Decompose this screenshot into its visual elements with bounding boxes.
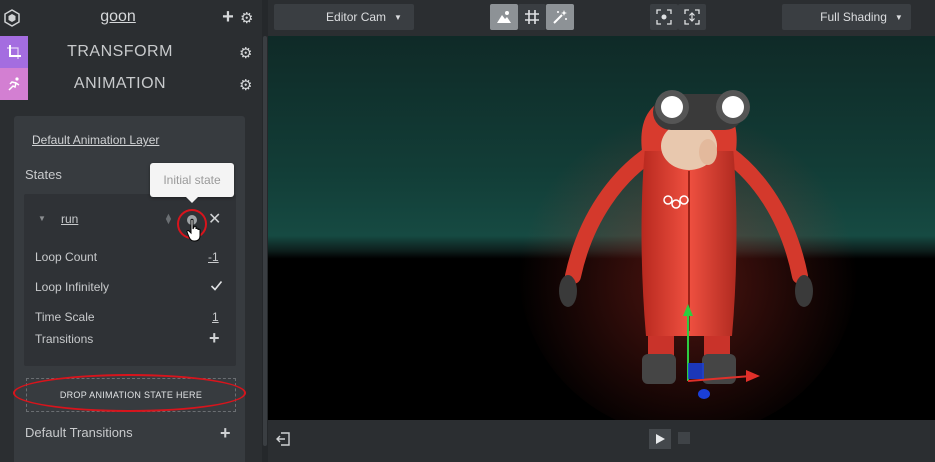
transform-component-header[interactable]: TRANSFORM ⚙	[0, 36, 262, 68]
states-label: States	[25, 167, 62, 182]
transform-icon	[0, 36, 28, 68]
animation-layer-name[interactable]: Default Animation Layer	[32, 133, 159, 147]
frame-selection-button[interactable]	[650, 4, 678, 30]
collapse-caret-icon[interactable]: ▼	[38, 214, 46, 223]
add-component-button[interactable]: +	[220, 7, 236, 28]
properties-panel: goon + ⚙ TRANSFORM ⚙ ANIMATION ⚙ Default…	[0, 0, 262, 462]
goon-character[interactable]	[268, 36, 935, 420]
animation-run-icon	[0, 68, 28, 100]
shading-select-value: Full Shading	[820, 10, 887, 24]
grid-icon	[525, 10, 539, 24]
exit-icon[interactable]	[276, 432, 290, 451]
transitions-label: Transitions	[35, 332, 94, 346]
frame-all-icon	[684, 9, 700, 25]
scene-viewport[interactable]	[268, 36, 935, 420]
transform-gear-icon[interactable]: ⚙	[239, 44, 252, 62]
add-transition-button[interactable]: +	[209, 329, 220, 347]
chevron-down-icon: ▼	[894, 12, 903, 22]
stop-button[interactable]	[678, 432, 690, 444]
shading-select[interactable]: Full Shading ▼	[782, 4, 911, 30]
entity-header: goon + ⚙	[0, 0, 262, 36]
magic-wand-icon	[553, 10, 567, 24]
add-default-transition-button[interactable]: +	[220, 423, 231, 444]
terrain-tool-button[interactable]	[490, 4, 518, 30]
initial-state-tooltip: Initial state	[150, 163, 234, 203]
default-transitions-label: Default Transitions	[25, 425, 133, 440]
loop-count-value[interactable]: -1	[208, 250, 219, 264]
drag-handle-icon[interactable]: ▲ ▼	[164, 212, 173, 226]
remove-state-close-icon[interactable]: ✕	[208, 209, 221, 229]
scrollbar-thumb[interactable]	[263, 36, 267, 446]
animation-title: ANIMATION	[73, 75, 167, 92]
frame-selection-icon	[656, 9, 672, 25]
frame-all-button[interactable]	[678, 4, 706, 30]
viewport-toolbar: Editor Cam ▼ Full Shading ▼	[268, 0, 935, 36]
loop-infinitely-checkbox[interactable]	[210, 279, 223, 292]
drop-animation-state-zone[interactable]: DROP ANIMATION STATE HERE	[26, 378, 236, 412]
loop-infinitely-label: Loop Infinitely	[35, 280, 110, 294]
animation-gear-icon[interactable]: ⚙	[239, 76, 252, 94]
transform-title: TRANSFORM	[67, 43, 173, 60]
entity-name[interactable]: goon	[60, 8, 176, 26]
entity-gear-icon[interactable]: ⚙	[240, 9, 253, 27]
state-name[interactable]: run	[61, 212, 78, 226]
play-button[interactable]	[649, 429, 671, 449]
camera-select[interactable]: Editor Cam ▼	[274, 4, 414, 30]
loop-count-label: Loop Count	[35, 250, 98, 264]
grid-tool-button[interactable]	[518, 4, 546, 30]
terrain-icon	[497, 11, 511, 23]
time-scale-value[interactable]: 1	[212, 310, 219, 324]
play-icon	[656, 434, 665, 444]
chevron-down-icon: ▼	[394, 12, 402, 22]
time-scale-label: Time Scale	[35, 310, 95, 324]
viewport-bottom-bar	[268, 420, 935, 462]
effects-tool-button[interactable]	[546, 4, 574, 30]
animation-component-header[interactable]: ANIMATION ⚙	[0, 68, 262, 100]
hand-pointer-icon	[186, 218, 201, 242]
entity-cube-icon	[2, 8, 22, 28]
animation-state-card: ▼ run ▲ ▼ ✕ Loop Count -1 Loop Infinitely…	[24, 194, 236, 366]
camera-select-value: Editor Cam	[326, 10, 387, 24]
